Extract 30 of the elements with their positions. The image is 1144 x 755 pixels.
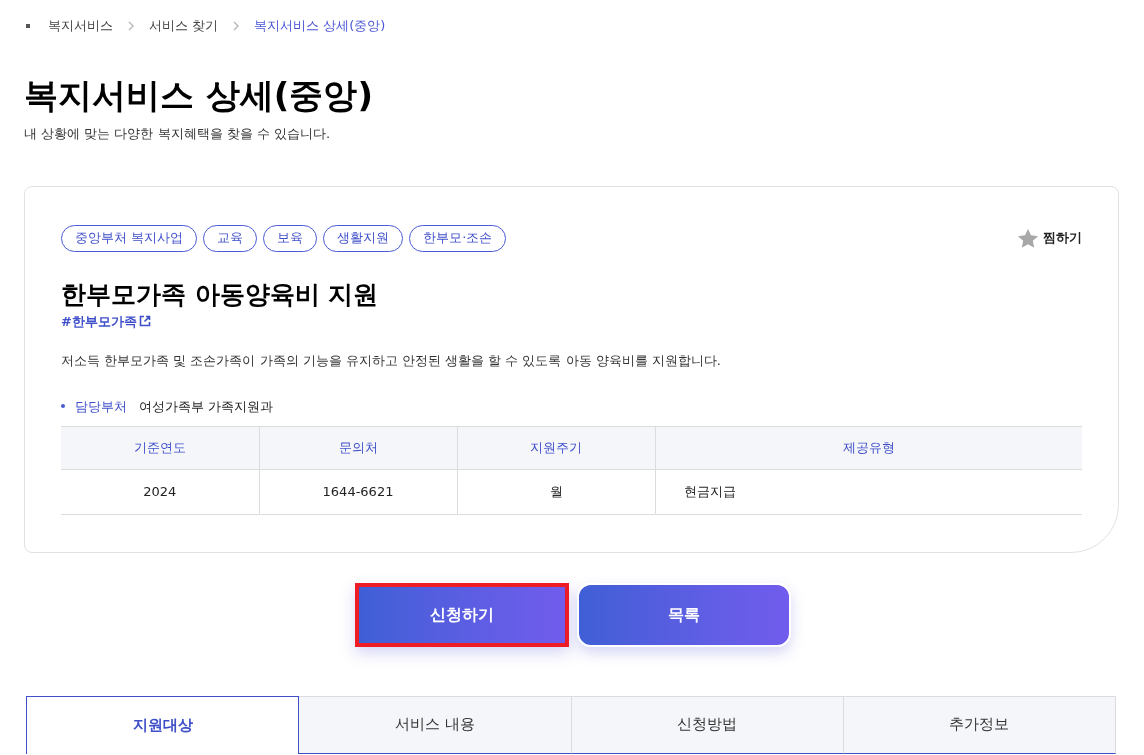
- service-title: 한부모가족 아동양육비 지원: [61, 278, 380, 311]
- column-header: 제공유형: [655, 426, 1082, 470]
- breadcrumb-link[interactable]: 복지서비스: [48, 16, 113, 36]
- service-description: 저소득 한부모가족 및 조손가족이 가족의 기능을 유지하고 안정된 생활을 할 수 있도록 아동 양육비를 지원합니다.: [61, 352, 722, 370]
- column-header: 기준연도: [61, 426, 259, 470]
- table-cell: 현금지급: [655, 469, 1082, 515]
- external-link-icon: [138, 315, 151, 328]
- chevron-icon: [232, 21, 241, 31]
- breadcrumb-link[interactable]: 서비스 찾기: [149, 16, 219, 36]
- favorite-button[interactable]: 찜하기: [1017, 227, 1082, 249]
- column-header: 지원주기: [457, 426, 655, 470]
- section-tab[interactable]: 추가정보: [843, 695, 1116, 754]
- bullet-icon: [26, 24, 30, 28]
- section-tab[interactable]: 서비스 내용: [299, 695, 572, 754]
- action-button[interactable]: 목록: [576, 582, 791, 647]
- section-tab[interactable]: 신청방법: [571, 695, 844, 754]
- page-subtitle: 내 상황에 맞는 다양한 복지혜택을 찾을 수 있습니다.: [24, 125, 332, 143]
- column-header: 문의처: [259, 426, 457, 470]
- table-cell: 1644-6621: [259, 469, 457, 515]
- department-label: 담당부처: [75, 397, 127, 416]
- bullet-icon: [61, 404, 65, 409]
- hashtag-link[interactable]: #한부모가족: [61, 311, 151, 331]
- breadcrumb-link[interactable]: 복지서비스 상세(중앙): [254, 16, 386, 36]
- action-button[interactable]: 신청하기: [354, 582, 569, 647]
- chevron-icon: [127, 21, 135, 31]
- section-tab[interactable]: 지원대상: [26, 695, 300, 754]
- table-cell: 월: [457, 469, 655, 515]
- table-cell: 2024: [61, 469, 259, 515]
- page-title: 복지서비스 상세(중앙): [24, 74, 374, 117]
- department-value: 여성가족부 가족지원과: [139, 397, 274, 416]
